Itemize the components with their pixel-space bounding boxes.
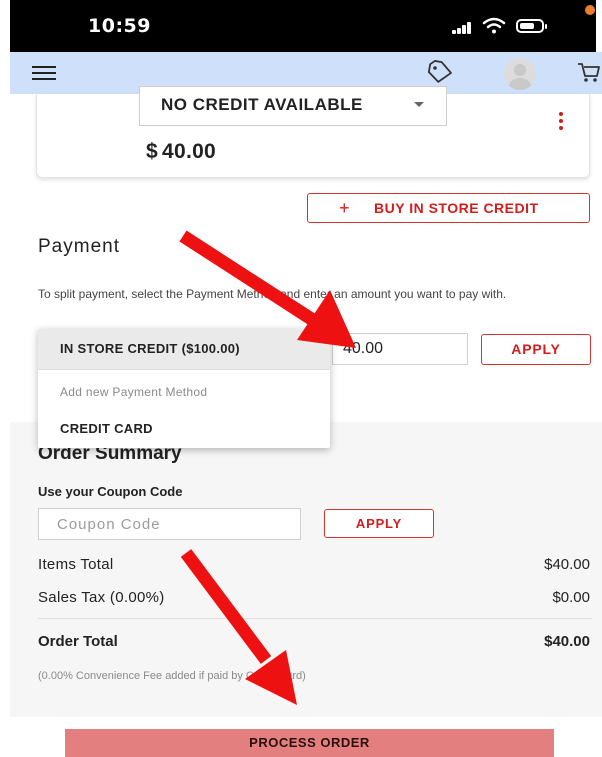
currency-symbol: $ xyxy=(146,140,158,163)
items-total-value: $40.00 xyxy=(544,556,590,573)
payment-method-dropdown: IN STORE CREDIT ($100.00) Add new Paymen… xyxy=(38,329,330,448)
credit-amount: $40.00 xyxy=(146,140,216,164)
payment-description: To split payment, select the Payment Met… xyxy=(38,287,507,301)
credit-amount-value: 40.00 xyxy=(161,140,217,163)
menu-icon[interactable] xyxy=(32,66,56,80)
cart-badge xyxy=(585,5,595,15)
avatar[interactable] xyxy=(504,58,536,90)
sales-tax-label: Sales Tax (0.00%) xyxy=(38,589,165,606)
coupon-apply-button[interactable]: APPLY xyxy=(324,509,434,538)
payment-apply-button[interactable]: APPLY xyxy=(481,334,591,365)
payment-title: Payment xyxy=(38,236,120,257)
sales-tax-value: $0.00 xyxy=(552,589,590,606)
summary-divider xyxy=(38,618,592,619)
items-total-label: Items Total xyxy=(38,556,114,573)
dropdown-item-add-payment-method[interactable]: Add new Payment Method xyxy=(38,377,330,407)
convenience-fee-note: (0.00% Convenience Fee added if paid by … xyxy=(38,670,306,682)
coupon-label: Use your Coupon Code xyxy=(38,484,183,499)
kebab-icon[interactable] xyxy=(558,112,564,130)
wifi-icon xyxy=(482,17,506,40)
battery-icon xyxy=(516,19,547,33)
plus-icon: + xyxy=(339,198,351,218)
dropdown-item-credit-card[interactable]: CREDIT CARD xyxy=(38,414,330,444)
status-time: 10:59 xyxy=(88,15,151,37)
coupon-input[interactable] xyxy=(38,508,301,540)
order-total-label: Order Total xyxy=(38,633,118,650)
credit-select[interactable]: NO CREDIT AVAILABLE xyxy=(139,86,447,126)
dropdown-divider xyxy=(38,369,330,370)
chevron-down-icon xyxy=(414,102,424,107)
credit-select-label: NO CREDIT AVAILABLE xyxy=(161,95,363,114)
process-order-button[interactable]: PROCESS ORDER xyxy=(65,729,554,757)
buy-store-credit-label: BUY IN STORE CREDIT xyxy=(374,200,539,216)
cart-icon[interactable] xyxy=(576,59,602,90)
buy-store-credit-button[interactable]: + BUY IN STORE CREDIT xyxy=(307,193,590,223)
dropdown-item-in-store-credit[interactable]: IN STORE CREDIT ($100.00) xyxy=(38,329,330,369)
signal-icon xyxy=(452,22,472,34)
order-total-value: $40.00 xyxy=(544,633,590,650)
payment-amount-input[interactable] xyxy=(332,333,468,365)
